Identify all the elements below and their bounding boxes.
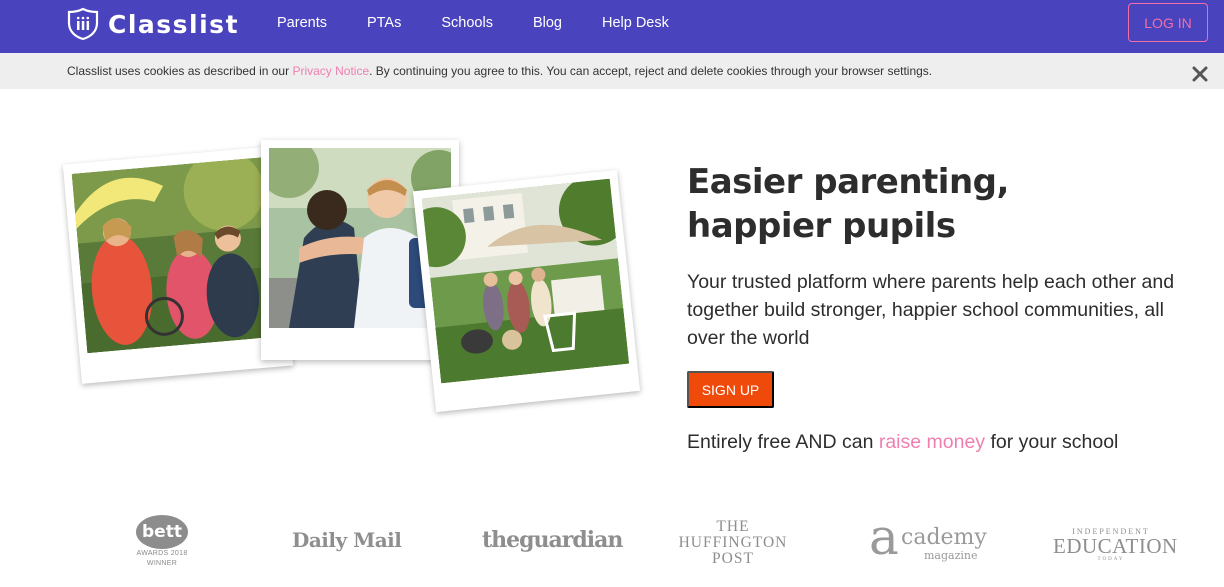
free-tagline: Entirely free AND can raise money for yo… [687, 431, 1118, 454]
bett-award-year: AWARDS 2018 [136, 550, 188, 557]
huffington-line-1: THE [716, 518, 750, 535]
cookie-text-after: . By continuing you agree to this. You c… [369, 64, 933, 78]
shield-logo-icon [67, 7, 99, 41]
classlist-logo[interactable]: Classlist [66, 6, 239, 42]
cookie-banner: Classlist uses cookies as described in o… [0, 53, 1224, 89]
hero-subtitle: Your trusted platform where parents help… [687, 271, 1175, 349]
huffington-line-2: HUFFINGTON [678, 534, 788, 551]
login-button[interactable]: LOG IN [1128, 3, 1208, 42]
independent-mid: EDUCATION [1053, 534, 1178, 558]
academy-word: cademy [901, 525, 987, 550]
bett-awards-logo: bett AWARDS 2018 WINNER [132, 515, 192, 575]
cookie-message: Classlist uses cookies as described in o… [67, 64, 932, 78]
close-icon[interactable] [1190, 64, 1210, 84]
garden-party-photo-card [412, 169, 641, 413]
nav-link-parents[interactable]: Parents [277, 15, 327, 31]
free-tagline-before: Entirely free AND can [687, 431, 879, 453]
academy-letter: a [869, 508, 899, 566]
daily-mail-logo: Daily Mail [292, 528, 402, 552]
guardian-logo: theguardian [482, 527, 623, 553]
nav-link-schools[interactable]: Schools [441, 15, 493, 31]
hero-title-line-2: happier pupils [687, 206, 956, 246]
family-photo [71, 156, 283, 354]
brand-name: Classlist [108, 9, 240, 39]
huffington-post-logo: THE HUFFINGTON POST [677, 519, 789, 567]
independent-education-today-logo: INDEPENDENT EDUCATION TODAY [1053, 527, 1178, 563]
cookie-text-before: Classlist uses cookies as described in o… [67, 64, 293, 78]
hero-title: Easier parenting, happier pupils [687, 160, 1009, 248]
main-nav: Parents PTAs Schools Blog Help Desk [277, 15, 709, 31]
garden-party-photo [421, 178, 630, 384]
hero-title-line-1: Easier parenting, [687, 162, 1009, 202]
nav-link-blog[interactable]: Blog [533, 15, 562, 31]
raise-money-link[interactable]: raise money [879, 431, 985, 453]
privacy-notice-link[interactable]: Privacy Notice [292, 64, 369, 78]
academy-magazine-sub: magazine [924, 549, 978, 562]
nav-link-help-desk[interactable]: Help Desk [602, 15, 669, 31]
free-tagline-after: for your school [985, 431, 1119, 453]
top-navbar: Classlist Parents PTAs Schools Blog Help… [0, 0, 1224, 53]
huffington-line-3: POST [712, 550, 754, 567]
signup-button[interactable]: SIGN UP [687, 371, 774, 408]
bett-wordmark: bett [136, 515, 188, 549]
nav-link-ptas[interactable]: PTAs [367, 15, 401, 31]
bett-winner: WINNER [146, 560, 178, 567]
family-photo-card [62, 146, 294, 384]
